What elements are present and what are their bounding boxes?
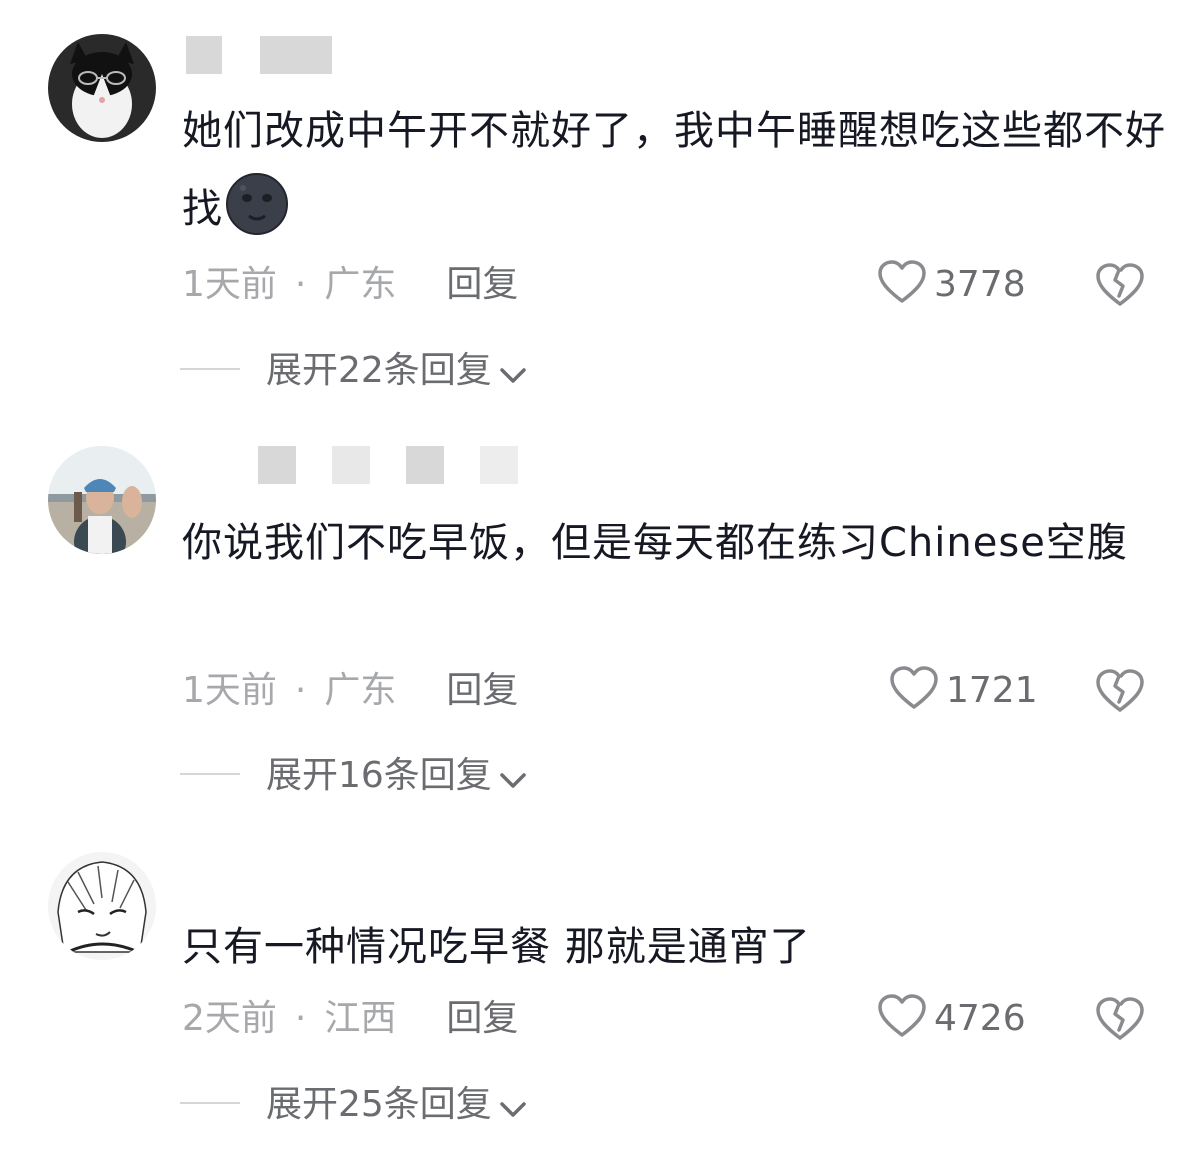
- expand-replies[interactable]: 展开25条回复: [180, 1080, 528, 1130]
- dislike-button[interactable]: [1096, 996, 1144, 1044]
- anime-sketch-avatar[interactable]: [48, 852, 156, 960]
- like-button[interactable]: 4726: [878, 994, 1026, 1044]
- like-count: 4726: [934, 998, 1026, 1039]
- comment-location: 江西: [324, 998, 397, 1039]
- broken-heart-icon: [1096, 997, 1144, 1040]
- comment-text: 只有一种情况吃早餐 那就是通宵了: [182, 924, 811, 970]
- comment-item: 只有一种情况吃早餐 那就是通宵了 2天前 · 江西 回复 4726 展开25条回复: [0, 0, 1200, 1155]
- chevron-down-icon: [500, 1102, 526, 1117]
- heart-icon: [878, 994, 926, 1037]
- reply-button[interactable]: 回复: [446, 998, 518, 1039]
- comment-time: 2天前: [182, 998, 277, 1039]
- comment-meta: 2天前 · 江西 回复: [182, 998, 519, 1039]
